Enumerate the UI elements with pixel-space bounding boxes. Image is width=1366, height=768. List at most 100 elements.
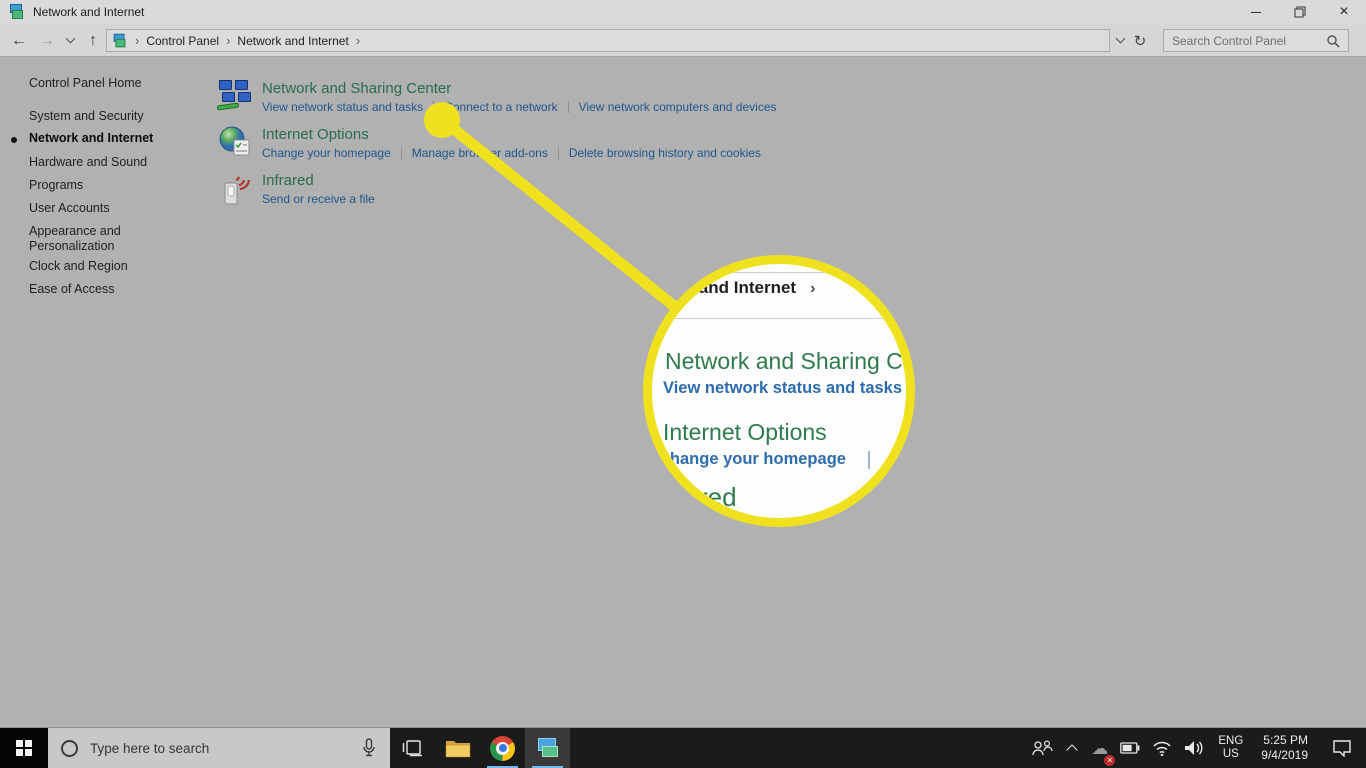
- chrome-icon: [490, 736, 515, 761]
- restore-button[interactable]: [1278, 0, 1322, 24]
- sidebar-item-network-and-internet[interactable]: Network and Internet: [29, 131, 179, 146]
- language-indicator[interactable]: ENG US: [1210, 728, 1251, 768]
- up-button[interactable]: ↑: [82, 24, 104, 57]
- sidebar-item-programs[interactable]: Programs: [29, 178, 179, 193]
- file-explorer-icon: [445, 738, 471, 759]
- link-separator: [868, 451, 870, 469]
- sidebar-item-user-accounts[interactable]: User Accounts: [29, 201, 179, 216]
- control-panel-taskbar-button[interactable]: [525, 728, 570, 768]
- link-separator: [568, 101, 569, 113]
- active-bullet-icon: [11, 137, 17, 143]
- address-dropdown-button[interactable]: [1110, 29, 1130, 52]
- volume-button[interactable]: [1178, 728, 1210, 768]
- cortana-icon: [61, 740, 78, 757]
- wifi-icon: [1152, 741, 1172, 756]
- link-view-network-status[interactable]: View network status and tasks: [262, 100, 423, 114]
- chevron-up-icon: [1067, 744, 1078, 755]
- group-infrared: Infrared Send or receive a file: [219, 172, 375, 206]
- window-title: Network and Internet: [33, 5, 144, 19]
- search-control-panel-input[interactable]: Search Control Panel: [1163, 29, 1349, 52]
- close-icon: ×: [1339, 3, 1348, 21]
- sidebar-item-appearance-and-personalization[interactable]: Appearance and Personalization: [29, 224, 154, 254]
- link-separator: [558, 147, 559, 159]
- taskbar-search-input[interactable]: Type here to search: [48, 728, 390, 768]
- callout-change-homepage-text: Change your homepage: [658, 450, 846, 469]
- forward-button[interactable]: →: [36, 24, 58, 57]
- callout-infrared-partial: Infrared: [647, 482, 737, 513]
- search-placeholder: Search Control Panel: [1172, 34, 1326, 48]
- sidebar-item-clock-and-region[interactable]: Clock and Region: [29, 259, 179, 274]
- close-button[interactable]: ×: [1322, 0, 1366, 24]
- link-view-network-computers[interactable]: View network computers and devices: [579, 100, 777, 114]
- file-explorer-button[interactable]: [435, 728, 480, 768]
- refresh-icon: ↻: [1134, 32, 1147, 50]
- callout-divider: [652, 272, 906, 273]
- system-tray: ☁ ×: [1025, 728, 1366, 768]
- control-panel-icon: [9, 4, 25, 20]
- chevron-right-icon: ›: [135, 33, 139, 48]
- chrome-button[interactable]: [480, 728, 525, 768]
- taskbar-search-placeholder: Type here to search: [90, 741, 362, 756]
- battery-button[interactable]: [1114, 728, 1146, 768]
- show-hidden-icons-button[interactable]: [1059, 728, 1085, 768]
- forward-icon: →: [39, 32, 55, 50]
- onedrive-button[interactable]: ☁ ×: [1085, 728, 1114, 768]
- callout-internet-options-heading: Internet Options: [663, 419, 827, 446]
- internet-options-heading[interactable]: Internet Options: [262, 126, 761, 143]
- up-icon: ↑: [89, 32, 97, 50]
- windows-logo-icon: [16, 740, 32, 756]
- chevron-right-icon: ›: [226, 33, 230, 48]
- network-sharing-center-heading[interactable]: Network and Sharing Center: [262, 80, 777, 97]
- chevron-down-icon: [1115, 34, 1125, 44]
- start-button[interactable]: [0, 728, 48, 768]
- speaker-icon: [1184, 740, 1204, 756]
- minimize-button[interactable]: [1234, 0, 1278, 24]
- link-delete-history[interactable]: Delete browsing history and cookies: [569, 146, 761, 160]
- back-icon: ←: [11, 32, 27, 50]
- restore-icon: [1294, 6, 1306, 18]
- network-button[interactable]: [1146, 728, 1178, 768]
- chevron-right-icon: ›: [810, 280, 815, 297]
- minimize-icon: [1251, 12, 1261, 13]
- task-view-button[interactable]: [390, 728, 435, 768]
- callout-breadcrumb-text: rk and Internet: [678, 278, 796, 297]
- task-view-icon: [402, 739, 424, 757]
- refresh-button[interactable]: ↻: [1130, 29, 1150, 52]
- sidebar-item-hardware-and-sound[interactable]: Hardware and Sound: [29, 155, 179, 170]
- callout-pointer-dot: [424, 102, 460, 138]
- group-network-and-sharing-center: Network and Sharing Center View network …: [219, 80, 777, 114]
- language-line2: US: [1218, 748, 1243, 761]
- clock-time: 5:25 PM: [1261, 733, 1308, 748]
- breadcrumb-control-panel[interactable]: Control Panel: [146, 34, 219, 48]
- sidebar-item-system-and-security[interactable]: System and Security: [29, 109, 179, 124]
- link-change-homepage[interactable]: Change your homepage: [262, 146, 391, 160]
- onedrive-cloud-icon: ☁: [1091, 740, 1108, 757]
- internet-options-icon: [219, 126, 253, 158]
- back-button[interactable]: ←: [8, 24, 30, 57]
- callout-network-sharing-heading: Network and Sharing C: [665, 348, 903, 375]
- action-center-icon: [1332, 739, 1352, 757]
- chevron-right-icon: ›: [356, 33, 360, 48]
- people-button[interactable]: [1025, 728, 1059, 768]
- infrared-heading[interactable]: Infrared: [262, 172, 375, 189]
- language-line1: ENG: [1218, 735, 1243, 748]
- sidebar-item-control-panel-home[interactable]: Control Panel Home: [29, 76, 179, 91]
- clock[interactable]: 5:25 PM 9/4/2019: [1251, 728, 1318, 768]
- action-center-button[interactable]: [1318, 728, 1366, 768]
- network-sharing-center-icon: [219, 80, 253, 110]
- search-icon: [1326, 34, 1340, 48]
- sidebar-item-ease-of-access[interactable]: Ease of Access: [29, 282, 179, 297]
- recent-pages-button[interactable]: [62, 24, 78, 57]
- link-connect-to-network[interactable]: Connect to a network: [444, 100, 557, 114]
- window-titlebar: Network and Internet ×: [0, 0, 1366, 24]
- taskbar: Type here to search: [0, 727, 1366, 768]
- address-bar[interactable]: › Control Panel › Network and Internet ›: [106, 29, 1110, 52]
- infrared-icon: [219, 172, 253, 206]
- microphone-icon[interactable]: [362, 738, 376, 758]
- clock-date: 9/4/2019: [1261, 748, 1308, 763]
- screen: Network and Internet × ← → ↑ › Control P…: [0, 0, 1366, 768]
- callout-change-homepage-link: Change your homepage: [658, 450, 870, 469]
- battery-icon: [1120, 742, 1140, 754]
- breadcrumb-network-and-internet[interactable]: Network and Internet: [237, 34, 348, 48]
- link-send-or-receive-file[interactable]: Send or receive a file: [262, 192, 375, 206]
